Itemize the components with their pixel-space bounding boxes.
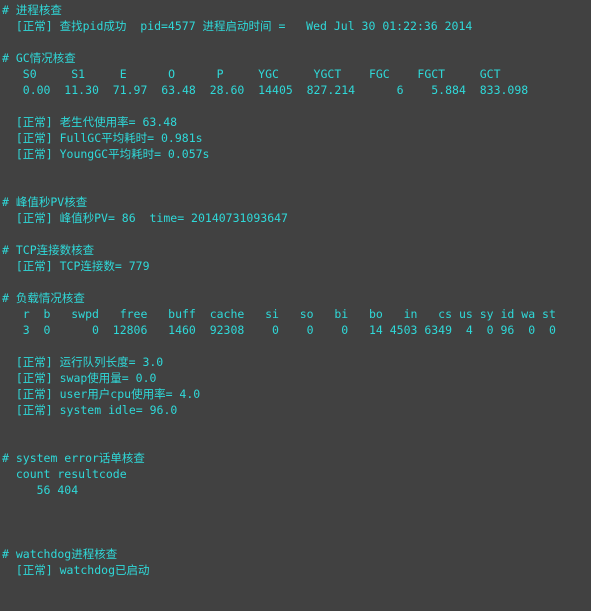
terminal-line: S0 S1 E O P YGC YGCT FGC FGCT GCT	[2, 67, 501, 81]
terminal-line: [正常] 运行队列长度= 3.0	[2, 355, 164, 369]
terminal-line: [正常] TCP连接数= 779	[2, 259, 150, 273]
terminal-section-header: # 负载情况核查	[2, 291, 85, 305]
terminal-section-header: # 进程核查	[2, 3, 62, 17]
terminal-line: [正常] FullGC平均耗时= 0.981s	[2, 131, 203, 145]
terminal-line: count resultcode	[2, 467, 127, 481]
terminal-line: [正常] 查找pid成功 pid=4577 进程启动时间 = Wed Jul 3…	[2, 19, 473, 33]
terminal-line: [正常] YoungGC平均耗时= 0.057s	[2, 147, 210, 161]
terminal-line: [正常] user用户cpu使用率= 4.0	[2, 387, 201, 401]
terminal-section-header: # system error话单核查	[2, 451, 145, 465]
terminal-line: 3 0 0 12806 1460 92308 0 0 0 14 4503 634…	[2, 323, 556, 337]
terminal-line: [正常] swap使用量= 0.0	[2, 371, 157, 385]
terminal-section-header: # 峰值秒PV核查	[2, 195, 88, 209]
terminal-line: 56 404	[2, 483, 79, 497]
terminal-section-header: # GC情况核查	[2, 51, 76, 65]
terminal-line: r b swpd free buff cache si so bi bo in …	[2, 307, 556, 321]
terminal-output-pane[interactable]: # 进程核查 [正常] 查找pid成功 pid=4577 进程启动时间 = We…	[0, 0, 591, 611]
terminal-line: 0.00 11.30 71.97 63.48 28.60 14405 827.2…	[2, 83, 529, 97]
terminal-line: [正常] watchdog已启动	[2, 563, 150, 577]
terminal-line: [正常] system idle= 96.0	[2, 403, 178, 417]
terminal-section-header: # watchdog进程核查	[2, 547, 118, 561]
terminal-section-header: # TCP连接数核查	[2, 243, 95, 257]
terminal-line: [正常] 峰值秒PV= 86 time= 20140731093647	[2, 211, 288, 225]
terminal-line: [正常] 老生代使用率= 63.48	[2, 115, 178, 129]
